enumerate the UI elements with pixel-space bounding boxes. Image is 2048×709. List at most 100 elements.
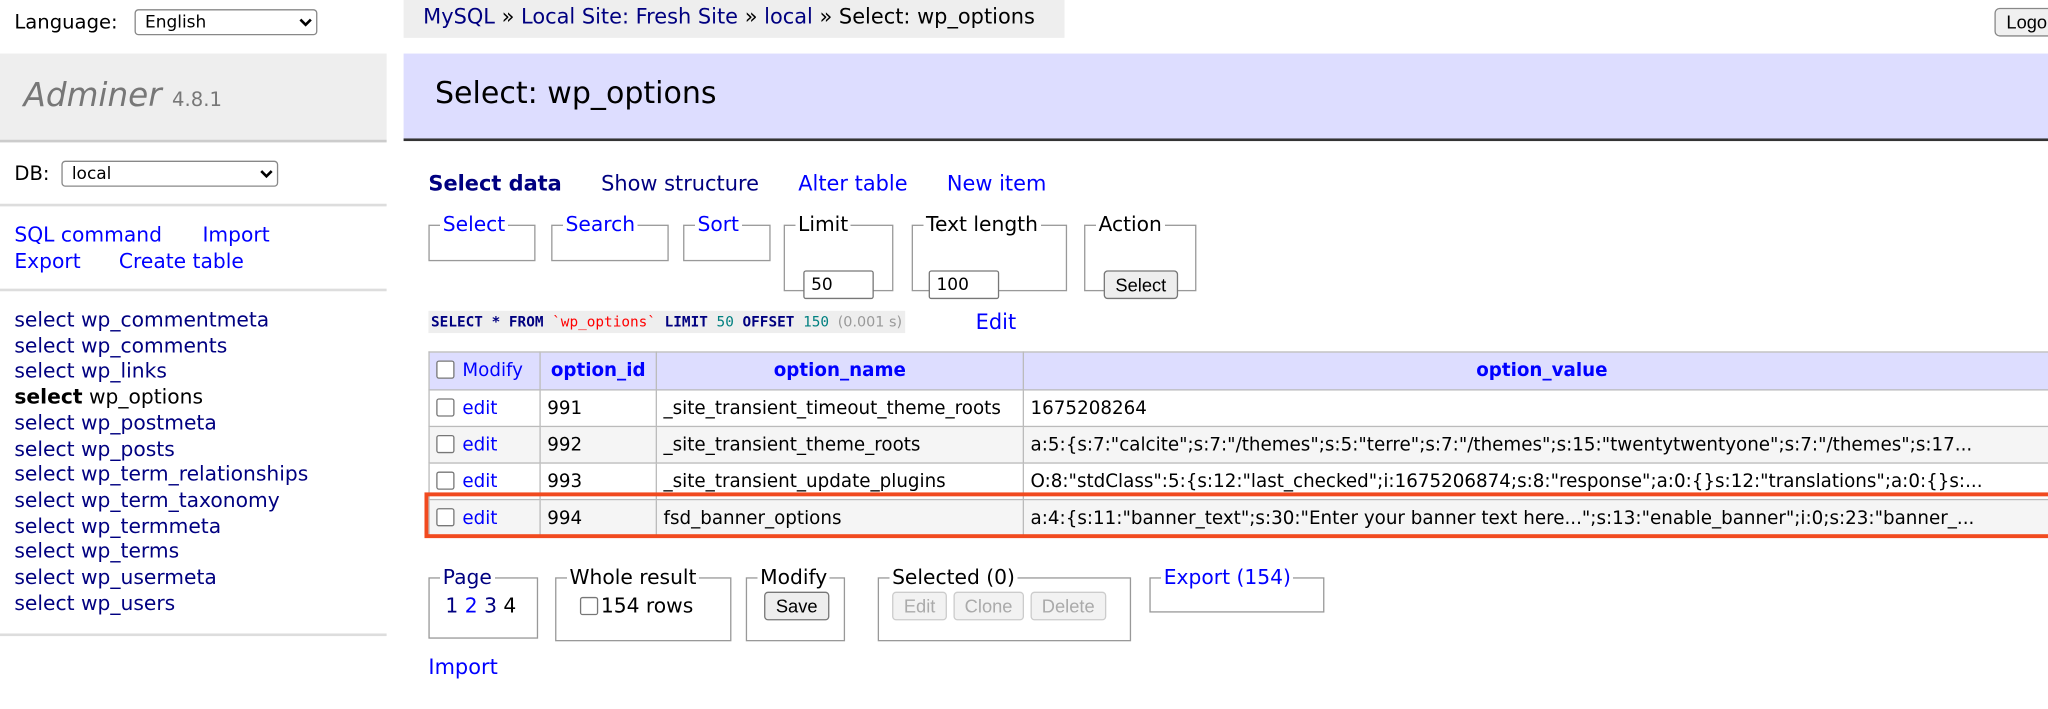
text-length-fieldset: Text length — [911, 212, 1068, 300]
create-table-link[interactable]: Create table — [119, 249, 244, 273]
table-select-link[interactable]: select — [14, 540, 74, 564]
edit-row-link[interactable]: edit — [462, 471, 497, 492]
table-name[interactable]: wp_usermeta — [81, 566, 217, 590]
sort-fieldset: Sort — [683, 212, 771, 262]
page-link-1[interactable]: 1 — [445, 594, 458, 618]
import-link[interactable]: Import — [428, 654, 497, 679]
table-select-link[interactable]: select — [14, 437, 74, 461]
tabs: Select data Show structure Alter table N… — [428, 171, 1079, 196]
edit-selected-button[interactable]: Edit — [892, 591, 948, 621]
table-name[interactable]: wp_term_relationships — [81, 463, 308, 487]
row-checkbox[interactable] — [436, 434, 455, 453]
select-all-checkbox[interactable] — [436, 360, 455, 379]
sidebar-table-wp-term-taxonomy[interactable]: select wp_term_taxonomy — [14, 488, 308, 514]
import-link[interactable]: Import — [202, 223, 269, 247]
export-link[interactable]: Export — [14, 249, 80, 273]
breadcrumb-server[interactable]: Local Site: Fresh Site — [521, 4, 738, 29]
selected-fieldset: Selected (0) Edit Clone Delete — [877, 565, 1132, 642]
table-name[interactable]: wp_commentmeta — [81, 308, 269, 332]
select-columns-toggle[interactable]: Select — [443, 213, 505, 237]
edit-row-link[interactable]: edit — [462, 398, 497, 419]
cell-option-name: _site_transient_timeout_theme_roots — [655, 389, 1024, 428]
page-link-3[interactable]: 3 — [484, 594, 497, 618]
limit-input[interactable] — [803, 270, 874, 300]
breadcrumb-mysql[interactable]: MySQL — [423, 4, 495, 29]
tab-select-data[interactable]: Select data — [428, 171, 561, 196]
page-fieldset: Page 1 2 3 4 — [428, 565, 539, 639]
sidebar-table-wp-commentmeta[interactable]: select wp_commentmeta — [14, 308, 308, 334]
sidebar-table-wp-terms[interactable]: select wp_terms — [14, 540, 308, 566]
whole-result-checkbox[interactable] — [579, 596, 599, 616]
page-link-2[interactable]: 2 — [465, 594, 478, 618]
whole-result-fieldset: Whole result 154 rows — [555, 565, 732, 642]
sidebar-table-wp-termmeta[interactable]: select wp_termmeta — [14, 514, 308, 540]
table-row: edit 992 _site_transient_theme_roots a:5:{s… — [428, 425, 2048, 464]
tab-new-item[interactable]: New item — [947, 171, 1046, 196]
cell-option-id: 992 — [539, 425, 657, 464]
column-header-option-id[interactable]: option_id — [551, 360, 646, 381]
current-page: 4 — [503, 594, 517, 618]
table-list: select wp_commentmeta select wp_comments s… — [14, 308, 308, 617]
sidebar-table-wp-postmeta[interactable]: select wp_postmeta — [14, 411, 308, 437]
version: 4.8.1 — [172, 87, 222, 112]
save-button[interactable]: Save — [764, 591, 830, 621]
cell-option-value: 1675208264 — [1022, 389, 2048, 428]
logout-button[interactable]: Logout — [1994, 7, 2048, 37]
table-select-link[interactable]: select — [14, 463, 74, 487]
table-select-link[interactable]: select — [14, 566, 74, 590]
sidebar-table-wp-comments[interactable]: select wp_comments — [14, 334, 308, 360]
table-row: edit 991 _site_transient_timeout_theme_roo… — [428, 389, 2048, 428]
divider — [0, 633, 387, 637]
sql-command-link[interactable]: SQL command — [14, 223, 162, 247]
table-select-link[interactable]: select — [14, 308, 74, 332]
table-name[interactable]: wp_posts — [81, 437, 175, 461]
language-select[interactable]: English — [134, 9, 318, 36]
sidebar-table-wp-links[interactable]: select wp_links — [14, 360, 308, 386]
delete-selected-button[interactable]: Delete — [1030, 591, 1107, 621]
table-select-link[interactable]: select — [14, 488, 74, 512]
row-checkbox[interactable] — [436, 397, 455, 416]
table-name[interactable]: wp_postmeta — [81, 411, 217, 435]
table-name[interactable]: wp_terms — [81, 540, 179, 564]
clone-selected-button[interactable]: Clone — [952, 591, 1025, 621]
db-select[interactable]: local — [61, 160, 279, 187]
table-name[interactable]: wp_term_taxonomy — [81, 488, 280, 512]
table-name[interactable]: wp_options — [89, 385, 203, 409]
edit-query-link[interactable]: Edit — [976, 310, 1016, 335]
sidebar-table-wp-posts[interactable]: select wp_posts — [14, 437, 308, 463]
modify-header[interactable]: Modify — [462, 360, 523, 381]
search-toggle[interactable]: Search — [566, 213, 636, 237]
divider — [0, 203, 387, 207]
page-header: Select: wp_options — [403, 53, 2048, 142]
select-fieldset: Select — [428, 212, 536, 262]
tab-show-structure[interactable]: Show structure — [601, 171, 759, 196]
tab-alter-table[interactable]: Alter table — [798, 171, 907, 196]
sidebar-table-wp-options[interactable]: select wp_options — [14, 385, 308, 411]
export-toggle[interactable]: Export (154) — [1164, 566, 1291, 590]
export-fieldset: Export (154) — [1149, 565, 1325, 613]
sidebar-table-wp-usermeta[interactable]: select wp_usermeta — [14, 566, 308, 592]
select-submit-button[interactable]: Select — [1103, 270, 1179, 300]
sort-toggle[interactable]: Sort — [697, 213, 739, 237]
text-length-input[interactable] — [928, 270, 1000, 300]
cell-option-value: a:5:{s:7:"calcite";s:7:"/themes";s:5:"te… — [1022, 425, 2048, 464]
column-header-option-name[interactable]: option_name — [774, 360, 906, 381]
edit-row-link[interactable]: edit — [462, 434, 497, 455]
table-select-link[interactable]: select — [14, 591, 74, 615]
row-checkbox[interactable] — [436, 470, 455, 490]
adminer-logo[interactable]: Adminer 4.8.1 — [24, 76, 222, 114]
table-name[interactable]: wp_users — [81, 591, 175, 615]
table-name[interactable]: wp_comments — [81, 334, 227, 358]
page-label[interactable]: Page — [443, 566, 492, 590]
column-header-option-value[interactable]: option_value — [1476, 360, 1607, 381]
sidebar-table-wp-users[interactable]: select wp_users — [14, 591, 308, 617]
table-select-link[interactable]: select — [14, 411, 74, 435]
table-select-link[interactable]: select — [14, 514, 74, 538]
table-select-link[interactable]: select — [14, 360, 74, 384]
breadcrumb-db[interactable]: local — [764, 4, 813, 29]
table-select-link[interactable]: select — [14, 385, 82, 409]
table-select-link[interactable]: select — [14, 334, 74, 358]
table-name[interactable]: wp_termmeta — [81, 514, 221, 538]
sidebar-table-wp-term-relationships[interactable]: select wp_term_relationships — [14, 463, 308, 489]
table-name[interactable]: wp_links — [81, 360, 167, 384]
